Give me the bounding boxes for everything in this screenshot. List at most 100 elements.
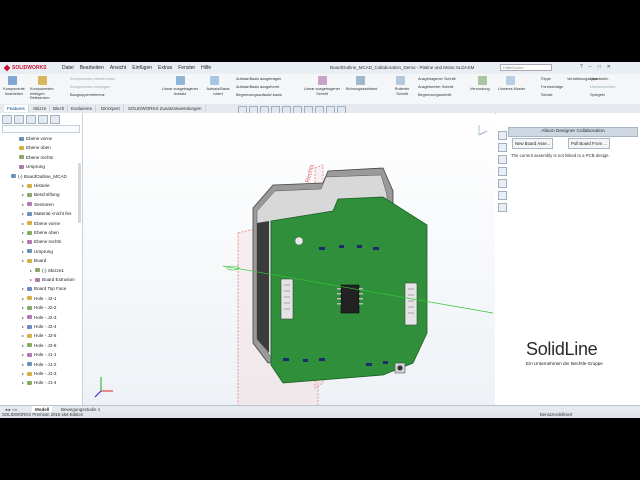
menu-ansicht[interactable]: Ansicht xyxy=(110,65,126,71)
expand-arrow-icon[interactable]: ▸ xyxy=(22,209,26,218)
swept-cut-button[interactable]: Ausgetragener Schnitt xyxy=(418,77,456,82)
tree-item[interactable]: ▸ (-) Skizze1 xyxy=(30,266,64,275)
extrude-cut-icon[interactable] xyxy=(318,76,327,85)
repeat-components-button[interactable]: Komponenten wiederholen xyxy=(70,77,115,82)
tree-item[interactable]: ▸ Hole - J1-4 xyxy=(22,378,56,387)
tab-skizze[interactable]: Skizze xyxy=(30,105,51,112)
extrude-cut-button[interactable]: Linear ausgetragener Schnitt xyxy=(302,87,342,96)
mirror-button[interactable]: Spiegeln xyxy=(590,93,605,98)
display-manager-icon[interactable] xyxy=(50,115,60,124)
lofted-cut-button[interactable]: Ausgeformter Schnitt xyxy=(418,85,453,90)
tree-item[interactable]: ▸ Ebene rechts xyxy=(22,237,61,246)
graphics-area[interactable]: Rechts xyxy=(83,113,495,405)
pull-board-button[interactable]: Pull Board From ... xyxy=(568,138,610,149)
expand-arrow-icon[interactable]: ▸ xyxy=(22,181,26,190)
tab-evaluieren[interactable]: Evaluieren xyxy=(68,105,97,112)
menu-fenster[interactable]: Fenster xyxy=(178,65,195,71)
minimize-icon[interactable]: – xyxy=(589,64,592,70)
expand-arrow-icon[interactable]: ▸ xyxy=(22,322,26,331)
shell-button[interactable]: Schale xyxy=(541,93,553,98)
tree-filter-input[interactable] xyxy=(2,125,80,133)
linear-pattern-button[interactable]: Lineares Muster xyxy=(498,87,525,92)
insert-components-icon[interactable] xyxy=(38,76,47,85)
swept-boss-button[interactable]: Aufsatz/Basis ausgetragen xyxy=(236,77,281,82)
tree-item[interactable]: ▸ Board Top Face xyxy=(22,284,66,293)
tree-item[interactable]: ▸ Hole - J1-1 xyxy=(22,350,56,359)
custom-properties-icon[interactable] xyxy=(498,191,507,200)
tree-item[interactable]: ▸ Hole - J2-3 xyxy=(22,313,56,322)
new-board-assembly-button[interactable]: New Board Asse... xyxy=(512,138,554,149)
tree-item[interactable]: ▸ Ebene oben xyxy=(22,228,59,237)
fillet-icon[interactable] xyxy=(478,76,487,85)
mounting-hole[interactable] xyxy=(294,236,304,246)
expand-arrow-icon[interactable]: ▸ xyxy=(22,378,26,387)
tree-item[interactable]: ▸ Hole - J1-3 xyxy=(22,369,56,378)
view-palette-icon[interactable] xyxy=(498,167,507,176)
menu-extras[interactable]: Extras xyxy=(158,65,172,71)
reference-triad-icon[interactable] xyxy=(478,125,488,136)
menu-einfuegen[interactable]: Einfügen xyxy=(132,65,152,71)
draft-button[interactable]: Formschräge xyxy=(541,85,563,90)
tree-item[interactable]: ▸ Material <nicht fes xyxy=(22,209,71,218)
tree-item[interactable]: ▸ Board xyxy=(22,256,46,265)
expand-arrow-icon[interactable]: ▸ xyxy=(22,256,26,265)
help-search-input[interactable]: Hilfe/Suche xyxy=(500,64,552,71)
tree-item[interactable]: ▸ Board Extrusion xyxy=(30,275,75,284)
solidworks-resources-icon[interactable] xyxy=(498,131,507,140)
feature-tree-icon[interactable] xyxy=(2,115,12,124)
tree-item[interactable]: Ebene rechts xyxy=(14,153,53,162)
references-button[interactable]: Referenzen xyxy=(30,96,50,101)
expand-arrow-icon[interactable]: ▸ xyxy=(22,303,26,312)
menu-hilfe[interactable]: Hilfe xyxy=(201,65,211,71)
menu-bearbeiten[interactable]: Bearbeiten xyxy=(80,65,104,71)
tree-item[interactable]: ▸ Historie xyxy=(22,181,50,190)
revolve-boss-button[interactable]: Aufsatz/Basis rotiert xyxy=(204,87,232,96)
expand-arrow-icon[interactable]: ▸ xyxy=(22,341,26,350)
hole-wizard-button[interactable]: Bohrungsassistent xyxy=(346,87,377,92)
edit-component-icon[interactable] xyxy=(8,76,17,85)
property-manager-icon[interactable] xyxy=(14,115,24,124)
view-triad[interactable] xyxy=(94,377,113,398)
design-library-icon[interactable] xyxy=(498,143,507,152)
boundary-boss-button[interactable]: Begrenzungsaufsatz/-basis xyxy=(236,93,282,98)
revolved-cut-button[interactable]: Rotierter Schnitt xyxy=(390,87,414,96)
altium-collaboration-icon[interactable] xyxy=(498,203,507,212)
expand-arrow-icon[interactable]: ▸ xyxy=(22,294,26,303)
expand-arrow-icon[interactable]: ▸ xyxy=(22,228,26,237)
loft-boss-button[interactable]: Aufsatz/Basis ausgeformt xyxy=(236,85,279,90)
hole-wizard-icon[interactable] xyxy=(356,76,365,85)
expand-arrow-icon[interactable]: ▸ xyxy=(22,331,26,340)
tree-item[interactable]: Ebene vorne xyxy=(14,134,52,143)
expand-arrow-icon[interactable]: ▸ xyxy=(22,200,26,209)
fillet-button[interactable]: Verrundung xyxy=(470,87,490,92)
expand-arrow-icon[interactable]: ▸ xyxy=(22,284,26,293)
tree-item[interactable]: Ursprung xyxy=(14,162,45,171)
tree-item[interactable]: (-) BoardOutline_MCAD xyxy=(6,172,67,181)
edit-component-button[interactable]: Komponente bearbeiten xyxy=(2,87,26,96)
tree-scrollbar[interactable] xyxy=(78,163,81,223)
tab-zusatzanwendungen[interactable]: SOLIDWORKS Zusatzanwendungen xyxy=(125,105,206,112)
show-components-button[interactable]: Komponenten anzeigen xyxy=(70,85,110,90)
expand-arrow-icon[interactable]: ▸ xyxy=(22,313,26,322)
expand-arrow-icon[interactable]: ▸ xyxy=(22,247,26,256)
expand-arrow-icon[interactable]: ▸ xyxy=(22,190,26,199)
tab-dimxpert[interactable]: DimXpert xyxy=(98,105,124,112)
tab-features[interactable]: Features xyxy=(4,105,29,112)
tree-item[interactable]: ▸ Hole - J2-1 xyxy=(22,294,56,303)
expand-arrow-icon[interactable]: ▸ xyxy=(30,266,34,275)
maximize-icon[interactable]: □ xyxy=(598,64,601,70)
tree-item[interactable]: ▸ Hole - J2-4 xyxy=(22,322,56,331)
boundary-cut-button[interactable]: Begrenzungsschnitt xyxy=(418,93,451,98)
dimxpert-manager-icon[interactable] xyxy=(38,115,48,124)
extrude-boss-icon[interactable] xyxy=(176,76,185,85)
expand-arrow-icon[interactable]: ▸ xyxy=(22,369,26,378)
menu-datei[interactable]: Datei xyxy=(62,65,74,71)
insert-components-button[interactable]: Komponenten einfügen xyxy=(30,87,58,96)
rib-button[interactable]: Rippe xyxy=(541,77,551,82)
extrude-boss-button[interactable]: Linear ausgetragener Aufsatz xyxy=(160,87,200,96)
appearances-icon[interactable] xyxy=(498,179,507,188)
expand-arrow-icon[interactable]: ▸ xyxy=(22,360,26,369)
help-icon[interactable]: ? xyxy=(580,64,583,70)
close-icon[interactable]: ✕ xyxy=(607,64,611,70)
revolved-cut-icon[interactable] xyxy=(396,76,405,85)
